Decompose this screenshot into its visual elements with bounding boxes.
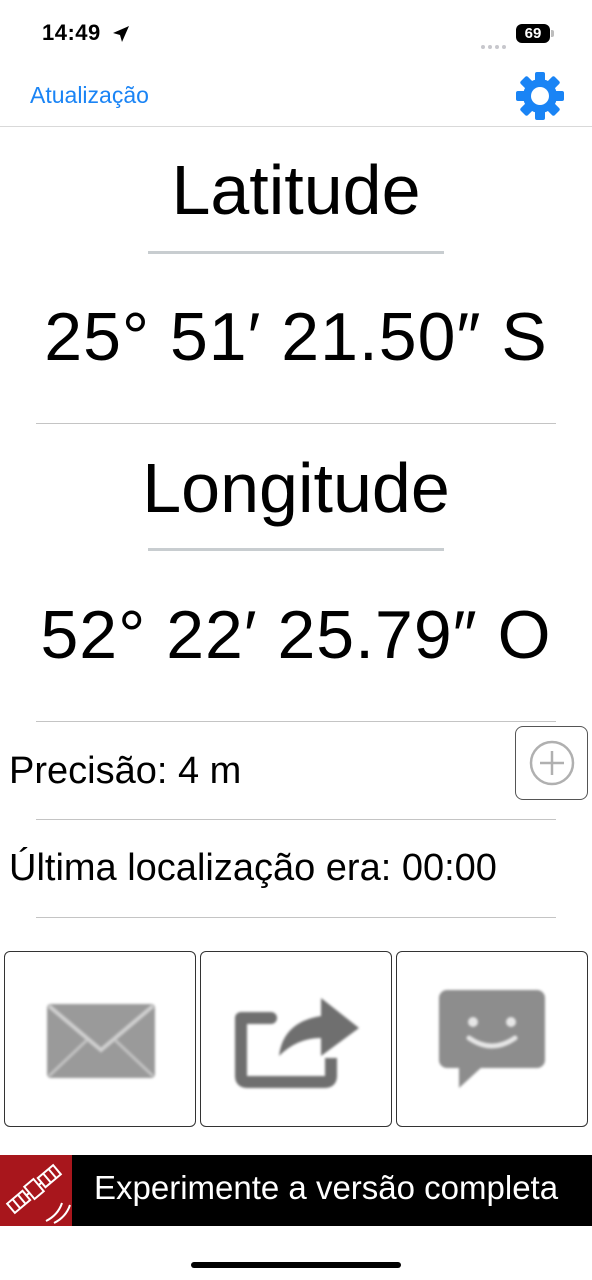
share-icon [235, 998, 359, 1088]
battery-cap [551, 30, 554, 37]
signal-dots-icon [481, 36, 509, 49]
battery-icon: 69 [516, 24, 550, 43]
promo-text: Experimente a versão completa [94, 1169, 559, 1206]
latitude-heading: Latitude [171, 151, 421, 229]
status-time: 14:49 [42, 20, 101, 45]
last-location-label: Última localização era: 00:00 [9, 847, 497, 889]
update-button[interactable]: Atualização [30, 82, 149, 109]
message-icon [439, 990, 545, 1088]
location-arrow-icon [113, 26, 129, 42]
longitude-heading-divider [148, 548, 444, 551]
precision-label: Precisão: 4 m [9, 750, 242, 792]
plus-circle-icon [529, 740, 575, 786]
latitude-value: 25° 51′ 21.50″ S [44, 299, 548, 375]
satellite-icon [5, 1163, 71, 1224]
divider [36, 721, 556, 722]
home-indicator[interactable] [191, 1262, 401, 1268]
message-button[interactable] [396, 951, 588, 1127]
longitude-value: 52° 22′ 25.79″ O [40, 597, 552, 673]
divider [36, 819, 556, 820]
mail-icon [47, 1004, 155, 1078]
email-button[interactable] [4, 951, 196, 1127]
share-button[interactable] [200, 951, 392, 1127]
divider [36, 423, 556, 424]
nav-bar: Atualização [0, 66, 592, 127]
promo-banner[interactable]: Experimente a versão completa [0, 1155, 592, 1226]
add-button[interactable] [515, 726, 588, 800]
latitude-heading-divider [148, 251, 444, 254]
satellite-icon-container [0, 1155, 72, 1226]
gear-icon[interactable] [514, 70, 566, 122]
status-bar: 14:49 69 [0, 0, 592, 66]
divider [36, 917, 556, 918]
longitude-heading: Longitude [142, 449, 450, 527]
